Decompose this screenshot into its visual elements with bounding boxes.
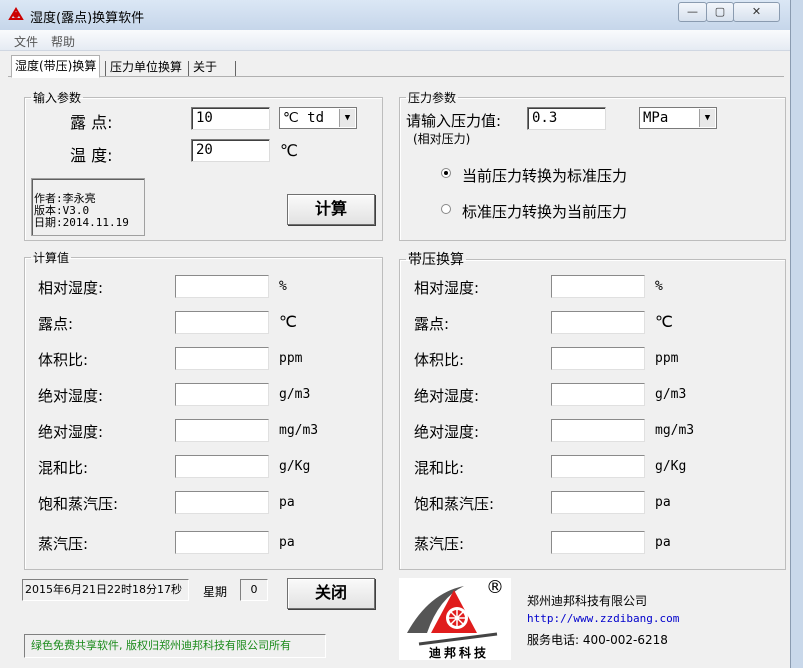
calc-row-output[interactable] (175, 275, 269, 298)
pressure-params-legend: 压力参数 (408, 91, 457, 105)
option-std-to-current-label[interactable]: 标准压力转换为当前压力 (462, 201, 627, 222)
calc-row-unit: g/m3 (279, 387, 311, 402)
temperature-unit: ℃ (280, 141, 298, 160)
conv-row-unit: ℃ (655, 312, 673, 331)
temperature-label: 温 度: (70, 146, 113, 165)
maximize-button[interactable]: ▢ (706, 2, 734, 22)
copyright-notice: 绿色免费共享软件, 版权归郑州迪邦科技有限公司所有 (24, 634, 326, 658)
menu-file[interactable]: 文件 (14, 33, 38, 50)
menu-help[interactable]: 帮助 (51, 33, 75, 50)
calc-row-output[interactable] (175, 455, 269, 478)
conv-row-output[interactable] (551, 347, 645, 370)
minimize-button[interactable]: — (678, 2, 707, 22)
calc-row-unit: pa (279, 535, 295, 550)
conv-row-unit: mg/m3 (655, 423, 695, 438)
tab-separator (235, 61, 236, 76)
logo-text: 迪邦科技 (429, 646, 490, 660)
dewpoint-unit-value: ℃ td (283, 110, 325, 126)
temperature-input[interactable]: 20 (191, 139, 270, 162)
calc-row-output[interactable] (175, 531, 269, 554)
calc-row-unit: % (279, 279, 287, 294)
conv-row-label: 露点: (414, 315, 450, 333)
calc-row-output[interactable] (175, 311, 269, 334)
radio-std-to-current[interactable] (441, 204, 451, 214)
calc-row-label: 蒸汽压: (38, 535, 89, 553)
pressure-unit-value: MPa (643, 110, 669, 126)
calc-row-output[interactable] (175, 383, 269, 406)
calculate-button[interactable]: 计算 (287, 194, 375, 225)
calc-row-label: 绝对湿度: (38, 423, 104, 441)
conv-row-label: 相对湿度: (414, 279, 480, 297)
conv-row-label: 混和比: (414, 459, 465, 477)
chevron-down-icon[interactable]: ▼ (339, 109, 355, 127)
calc-row-label: 绝对湿度: (38, 387, 104, 405)
calc-row-output[interactable] (175, 419, 269, 442)
close-window-button[interactable]: ✕ (733, 2, 780, 22)
conv-row-unit: % (655, 279, 663, 294)
pressure-unit-select[interactable]: MPa ▼ (639, 107, 717, 129)
conv-row-label: 绝对湿度: (414, 423, 480, 441)
conv-row-unit: g/m3 (655, 387, 687, 402)
dewpoint-unit-select[interactable]: ℃ td ▼ (279, 107, 357, 129)
conv-row-unit: g/Kg (655, 459, 687, 474)
conv-row-label: 绝对湿度: (414, 387, 480, 405)
date-line: 日期:2014.11.19 (34, 216, 129, 229)
tab-separator (188, 61, 189, 76)
tab-separator (105, 61, 106, 76)
service-phone: 服务电话: 400-002-6218 (527, 633, 668, 647)
conv-row-output[interactable] (551, 419, 645, 442)
calc-row-unit: mg/m3 (279, 423, 319, 438)
conv-row-output[interactable] (551, 531, 645, 554)
window-title: 湿度(露点)换算软件 (30, 11, 145, 26)
calc-row-label: 饱和蒸汽压: (38, 495, 119, 513)
pressure-label: 请输入压力值: (406, 112, 502, 130)
tab-pressure-unit[interactable]: 压力单位换算 (107, 57, 185, 77)
conv-row-output[interactable] (551, 311, 645, 334)
conv-row-unit: ppm (655, 351, 679, 366)
dewpoint-label: 露 点: (70, 113, 113, 132)
conv-row-unit: pa (655, 495, 671, 510)
dewpoint-input[interactable]: 10 (191, 107, 270, 130)
conv-row-unit: pa (655, 535, 671, 550)
conv-row-label: 体积比: (414, 351, 465, 369)
calc-row-unit: ppm (279, 351, 303, 366)
conv-row-label: 饱和蒸汽压: (414, 495, 495, 513)
calc-row-output[interactable] (175, 491, 269, 514)
menu-bar (0, 30, 790, 51)
radio-current-to-std[interactable] (441, 168, 451, 178)
conv-row-label: 蒸汽压: (414, 535, 465, 553)
option-current-to-std-label[interactable]: 当前压力转换为标准压力 (462, 165, 627, 186)
close-button[interactable]: 关闭 (287, 578, 375, 609)
conv-row-output[interactable] (551, 491, 645, 514)
relative-pressure-note: (相对压力) (413, 132, 471, 146)
calc-row-unit: pa (279, 495, 295, 510)
tab-humidity-pressure[interactable]: 湿度(带压)换算 (11, 55, 101, 78)
company-name: 郑州迪邦科技有限公司 (527, 594, 648, 608)
weekday-display: 0 (240, 579, 268, 601)
app-logo-icon (8, 7, 24, 21)
pressure-input[interactable]: 0.3 (527, 107, 606, 130)
calc-row-label: 相对湿度: (38, 279, 104, 297)
registered-mark: ® (486, 577, 504, 598)
calc-row-output[interactable] (175, 347, 269, 370)
chevron-down-icon[interactable]: ▼ (699, 109, 715, 127)
weekday-label: 星期 (203, 585, 228, 599)
input-params-legend: 输入参数 (33, 91, 82, 105)
datetime-display: 2015年6月21日22时18分17秒 (22, 579, 189, 601)
author-info-box: 作者:李永亮 版本:V3.0 日期:2014.11.19 (31, 178, 145, 236)
pressure-conv-legend: 带压换算 (408, 252, 464, 268)
calc-row-unit: g/Kg (279, 459, 311, 474)
tab-about[interactable]: 关于 (190, 57, 220, 77)
calc-row-unit: ℃ (279, 312, 297, 331)
conv-row-output[interactable] (551, 383, 645, 406)
conv-row-output[interactable] (551, 455, 645, 478)
calc-row-label: 体积比: (38, 351, 89, 369)
calc-values-legend: 计算值 (33, 251, 70, 265)
calc-row-label: 混和比: (38, 459, 89, 477)
conv-row-output[interactable] (551, 275, 645, 298)
calc-row-label: 露点: (38, 315, 74, 333)
company-website-link[interactable]: http://www.zzdibang.com (527, 612, 679, 625)
